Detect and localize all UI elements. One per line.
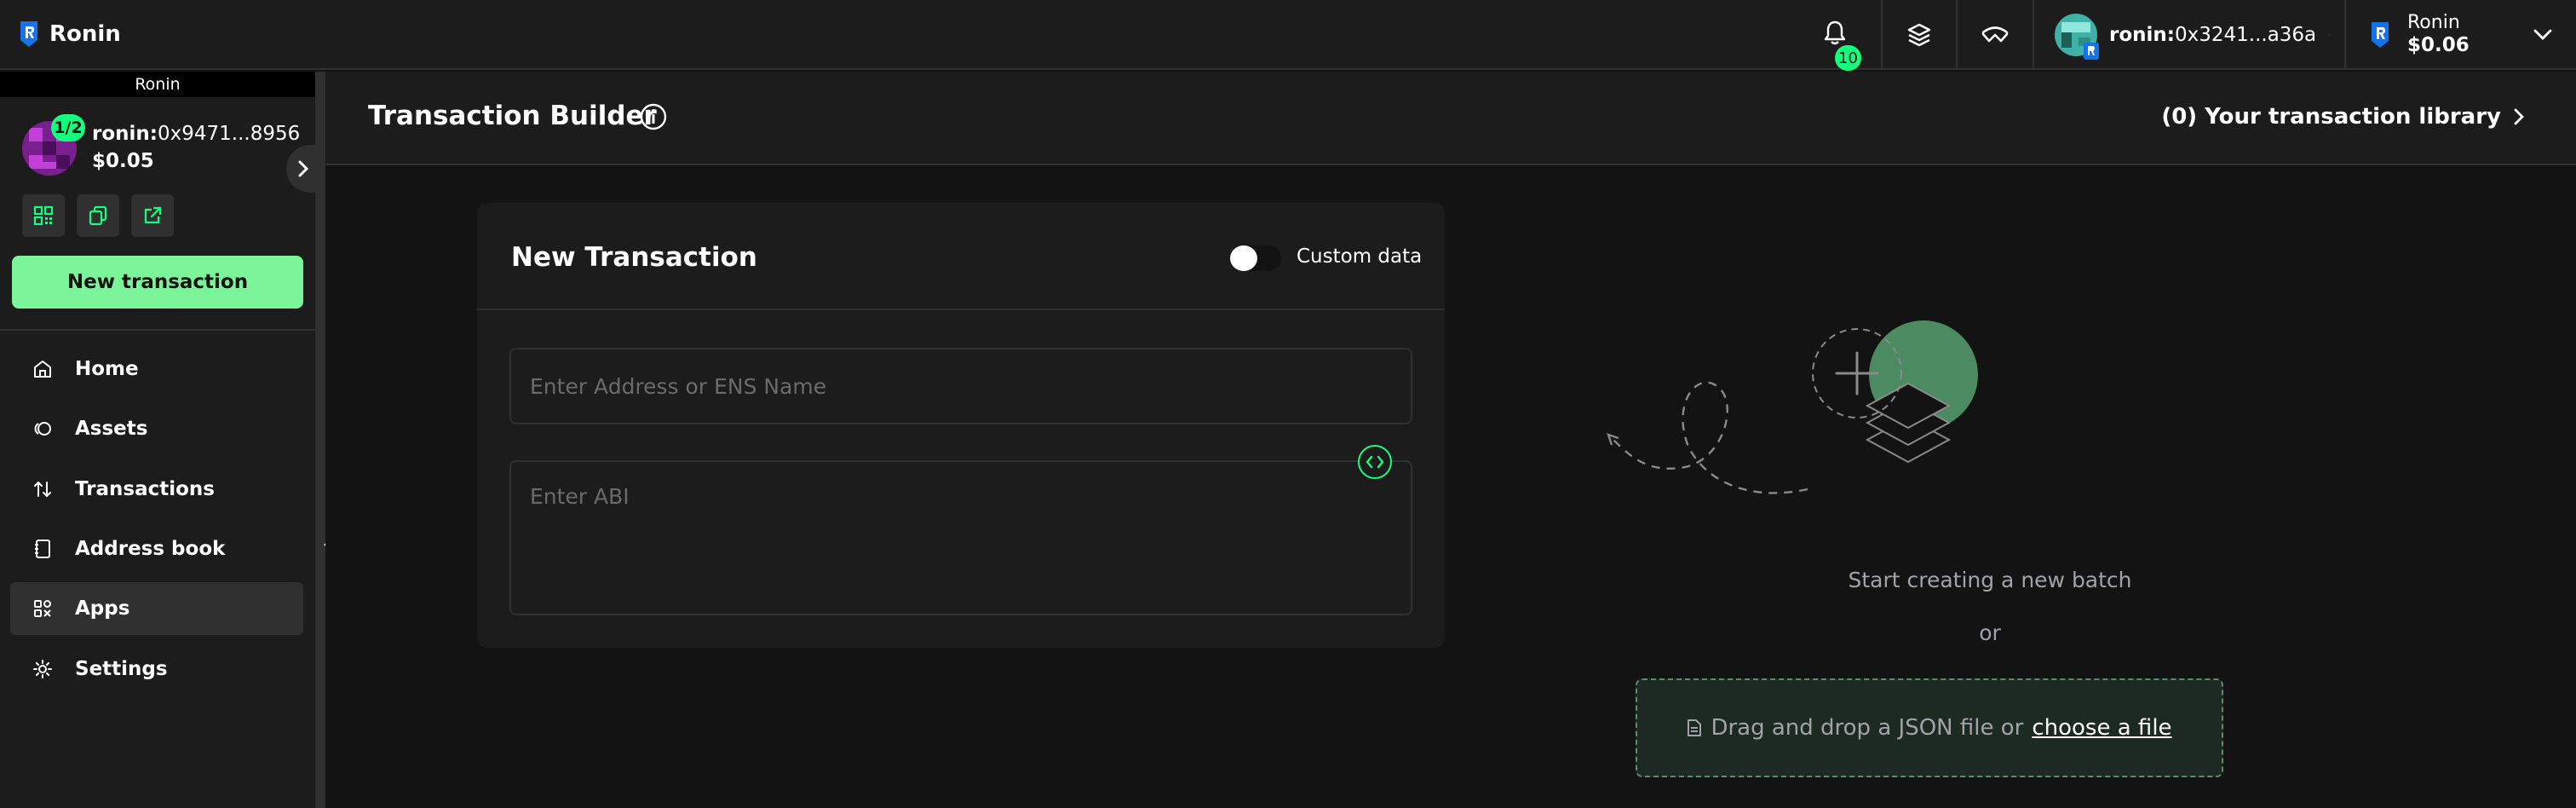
abi-input[interactable] [509, 460, 1412, 615]
ronin-chain-logo-icon [2372, 22, 2389, 48]
address-input[interactable] [509, 348, 1412, 424]
card-header: New Transaction Custom data [477, 203, 1445, 310]
page-title: Transaction Builder [368, 101, 657, 131]
chain-selector[interactable]: Ronin $0.06 [2344, 0, 2576, 70]
brand[interactable]: Ronin [19, 17, 121, 51]
notification-count-badge: 10 [1835, 45, 1861, 71]
or-separator: or [1979, 620, 2001, 645]
new-transaction-button[interactable]: New transaction [12, 256, 303, 309]
ronin-logo-icon [20, 21, 37, 47]
chevron-right-icon [298, 160, 309, 177]
code-icon [1366, 455, 1384, 469]
sidebar-item-label: Settings [75, 658, 168, 680]
custom-data-label: Custom data [1297, 245, 1423, 268]
brand-name: Ronin [49, 21, 121, 47]
layers-button[interactable] [1881, 0, 1956, 70]
chevron-down-icon [2533, 29, 2552, 40]
sidebar-item-label: Apps [75, 597, 130, 620]
page-header: Transaction Builder (0) Your transaction… [325, 72, 2576, 165]
choose-file-link[interactable]: choose a file [2032, 715, 2171, 741]
transactions-icon [34, 481, 51, 498]
layers-icon [1907, 23, 1931, 47]
abi-code-toggle-button[interactable] [1358, 445, 1392, 479]
walletconnect-button[interactable] [1956, 0, 2033, 70]
chain-balance: $0.06 [2407, 34, 2470, 57]
safe-network-label: Ronin [0, 72, 315, 97]
notifications-button[interactable]: 10 [1806, 0, 1871, 71]
address-book-icon [35, 540, 50, 558]
account-address: ronin:0x3241...a36a [2109, 24, 2317, 46]
chain-info: Ronin $0.06 [2407, 12, 2470, 58]
home-icon [34, 361, 51, 378]
threshold-badge: 1/2 [51, 114, 85, 141]
safe-address: ronin:0x9471...8956 [92, 123, 301, 145]
sidebar-item-settings[interactable]: Settings [10, 643, 303, 695]
assets-icon [34, 422, 51, 436]
sidebar-item-label: Transactions [75, 478, 215, 500]
sidebar-item-label: Assets [75, 418, 148, 440]
safe-balance: $0.05 [92, 150, 154, 172]
sidebar-item-transactions[interactable]: Transactions [10, 463, 303, 516]
info-icon[interactable] [639, 102, 668, 131]
settings-icon [33, 660, 52, 678]
account-avatar [2055, 14, 2099, 60]
dropzone-text: Drag and drop a JSON file or [1711, 715, 2024, 741]
sidebar-item-assets[interactable]: Assets [10, 402, 303, 455]
ronin-chain-icon [2084, 43, 2099, 60]
qr-code-icon [33, 205, 54, 226]
card-title: New Transaction [511, 242, 757, 273]
empty-state-text: Start creating a new batch [1848, 568, 2132, 592]
toggle-knob [1230, 245, 1257, 271]
bell-icon [1824, 20, 1846, 45]
sidebar-item-address-book[interactable]: Address book [10, 522, 303, 575]
app-root: Ronin 10 ronin:0x3241...a36a Ronin $0.06… [0, 0, 2576, 808]
chain-name: Ronin [2407, 12, 2460, 33]
main-content: Transaction Builder (0) Your transaction… [325, 72, 2576, 808]
json-dropzone[interactable]: Drag and drop a JSON file or choose a fi… [1636, 678, 2223, 777]
sidebar-resize-handle [315, 72, 325, 808]
sidebar: Ronin 1/2 ronin:0x9471...8956 $0.05 New … [0, 72, 320, 808]
sidebar-divider [0, 329, 315, 331]
file-icon [1688, 719, 1702, 736]
empty-batch-illustration [1607, 320, 1978, 494]
walletconnect-icon [1981, 26, 2009, 43]
sidebar-item-apps[interactable]: Apps [10, 582, 303, 635]
chevron-down-icon [2328, 34, 2331, 36]
copy-icon [89, 205, 107, 226]
custom-data-toggle[interactable] [1230, 245, 1281, 271]
account-selector[interactable]: ronin:0x3241...a36a [2033, 0, 2331, 70]
transaction-library-link[interactable]: (0) Your transaction library [2161, 104, 2525, 130]
sidebar-item-label: Address book [75, 538, 226, 560]
top-header: Ronin 10 ronin:0x3241...a36a Ronin $0.06 [0, 0, 2576, 71]
open-explorer-button[interactable] [131, 194, 174, 237]
transaction-library-label: (0) Your transaction library [2161, 104, 2501, 130]
chevron-right-icon [2514, 108, 2524, 125]
sidebar-item-label: Home [75, 358, 139, 380]
new-transaction-card: New Transaction Custom data [477, 203, 1445, 648]
external-link-icon [144, 206, 162, 224]
apps-icon [34, 600, 51, 617]
sidebar-item-home[interactable]: Home [10, 343, 303, 395]
qr-code-button[interactable] [22, 194, 65, 237]
copy-address-button[interactable] [77, 194, 119, 237]
